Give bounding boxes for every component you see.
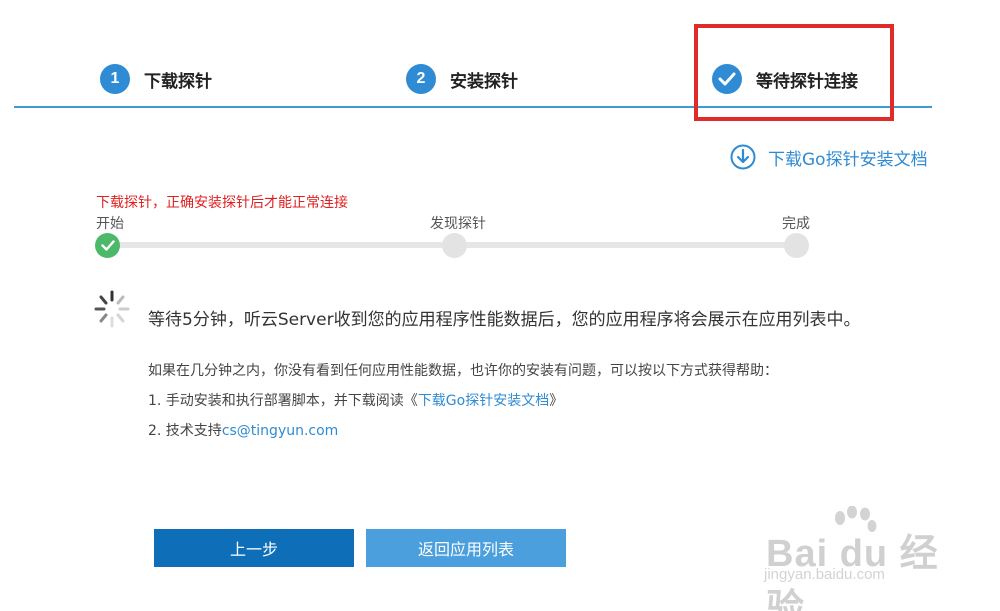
watermark: Bai du 经验 jingyan.baidu.com — [760, 500, 960, 611]
wait-message: 等待5分钟，听云Server收到您的应用程序性能数据后，您的应用程序将会展示在应… — [148, 310, 861, 330]
progress-start-label: 开始 — [96, 216, 124, 232]
progress-node-start — [95, 233, 120, 258]
loading-spinner-icon — [94, 290, 130, 328]
check-icon — [100, 240, 115, 251]
download-doc-link[interactable]: 下载Go探针安装文档 — [730, 144, 928, 170]
step-label: 下载探针 — [144, 71, 212, 92]
download-doc-inline-link[interactable]: 下载Go探针安装文档 — [418, 393, 549, 409]
step-number-2: 2 — [406, 64, 436, 94]
help-item-1-prefix: 1. 手动安装和执行部署脚本，并下载阅读《 — [148, 393, 418, 409]
progress-mid-label: 发现探针 — [430, 216, 486, 232]
warning-text: 下载探针，正确安装探针后才能正常连接 — [96, 195, 348, 211]
help-item-1: 1. 手动安装和执行部署脚本，并下载阅读《下载Go探针安装文档》 — [148, 390, 563, 410]
back-to-app-list-button[interactable]: 返回应用列表 — [366, 529, 566, 567]
support-email-link[interactable]: cs@tingyun.com — [222, 423, 339, 439]
watermark-url: jingyan.baidu.com — [764, 566, 885, 583]
step-download-probe: 1 下载探针 — [100, 64, 212, 94]
progress-node-end — [784, 233, 809, 258]
step-install-probe: 2 安装探针 — [406, 64, 518, 94]
help-intro: 如果在几分钟之内，你没有看到任何应用性能数据，也许你的安装有问题，可以按以下方式… — [148, 363, 778, 379]
download-circle-icon — [730, 144, 756, 170]
step-label: 安装探针 — [450, 71, 518, 92]
help-item-1-suffix: 》 — [549, 393, 564, 409]
progress-end-label: 完成 — [782, 216, 810, 232]
download-doc-label: 下载Go探针安装文档 — [768, 149, 928, 170]
highlight-box — [694, 24, 894, 121]
help-item-2: 2. 技术支持cs@tingyun.com — [148, 420, 338, 440]
progress-node-mid — [442, 233, 467, 258]
prev-step-button[interactable]: 上一步 — [154, 529, 354, 567]
help-item-2-prefix: 2. 技术支持 — [148, 423, 222, 439]
step-number-1: 1 — [100, 64, 130, 94]
